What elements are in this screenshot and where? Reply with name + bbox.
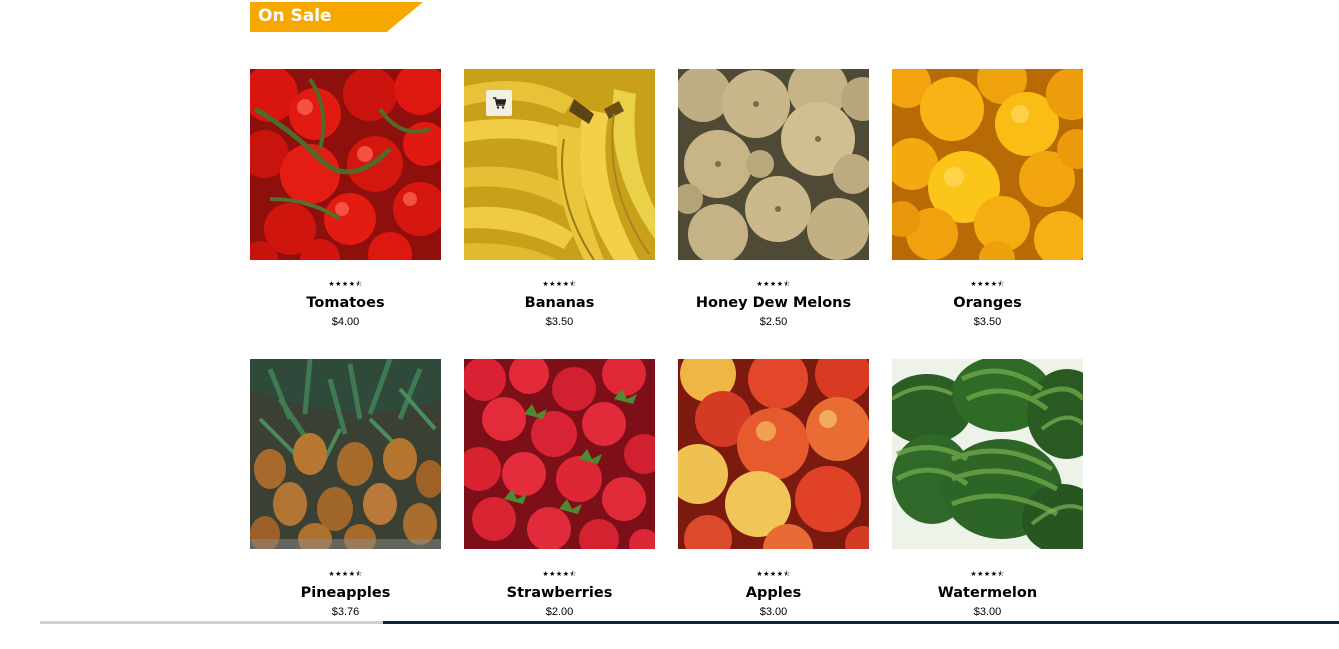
add-to-cart-button[interactable] xyxy=(486,90,512,116)
product-name[interactable]: Watermelon xyxy=(892,584,1083,602)
product-image-watermelon[interactable] xyxy=(892,359,1083,550)
product-price: $3.50 xyxy=(973,316,1002,328)
product-image-tomatoes[interactable] xyxy=(250,69,441,260)
shopping-cart-icon xyxy=(492,97,506,109)
product-image-strawberries[interactable] xyxy=(464,359,655,550)
product-image-bananas[interactable] xyxy=(464,69,655,260)
product-name[interactable]: Oranges xyxy=(892,294,1083,312)
star-rating: ★★★★⯪ xyxy=(328,281,363,288)
product-grid: ★★★★⯪ Tomatoes $4.00 ★★★★⯪ Bananas $3.50… xyxy=(250,69,1083,649)
product-price: $2.50 xyxy=(759,316,788,328)
product-card[interactable]: ★★★★⯪ Tomatoes $4.00 xyxy=(250,69,441,359)
product-image-oranges[interactable] xyxy=(892,69,1083,260)
product-name[interactable]: Pineapples xyxy=(250,584,441,602)
product-card[interactable]: ★★★★⯪ Strawberries $2.00 xyxy=(464,359,655,649)
product-name[interactable]: Tomatoes xyxy=(250,294,441,312)
product-name[interactable]: Strawberries xyxy=(464,584,655,602)
product-price: $3.50 xyxy=(545,316,574,328)
on-sale-banner: On Sale xyxy=(250,2,423,32)
product-name[interactable]: Apples xyxy=(678,584,869,602)
product-card[interactable]: ★★★★⯪ Pineapples $3.76 xyxy=(250,359,441,649)
product-price: $2.00 xyxy=(545,606,574,618)
product-card[interactable]: ★★★★⯪ Apples $3.00 xyxy=(678,359,869,649)
product-price: $4.00 xyxy=(331,316,360,328)
product-price: $3.76 xyxy=(331,606,360,618)
product-name[interactable]: Bananas xyxy=(464,294,655,312)
star-rating: ★★★★⯪ xyxy=(970,571,1005,578)
product-card[interactable]: ★★★★⯪ Oranges $3.50 xyxy=(892,69,1083,359)
product-name[interactable]: Honey Dew Melons xyxy=(678,294,869,312)
product-card[interactable]: ★★★★⯪ Honey Dew Melons $2.50 xyxy=(678,69,869,359)
product-card[interactable]: ★★★★⯪ Bananas $3.50 xyxy=(464,69,655,359)
product-image-apples[interactable] xyxy=(678,359,869,550)
product-price: $3.00 xyxy=(759,606,788,618)
product-image-pineapples[interactable] xyxy=(250,359,441,550)
star-rating: ★★★★⯪ xyxy=(756,571,791,578)
star-rating: ★★★★⯪ xyxy=(970,281,1005,288)
product-image-honey-dew-melons[interactable] xyxy=(678,69,869,260)
star-rating: ★★★★⯪ xyxy=(542,281,577,288)
product-card[interactable]: ★★★★⯪ Watermelon $3.00 xyxy=(892,359,1083,649)
star-rating: ★★★★⯪ xyxy=(542,571,577,578)
section-title: On Sale xyxy=(258,6,332,26)
product-price: $3.00 xyxy=(973,606,1002,618)
star-rating: ★★★★⯪ xyxy=(756,281,791,288)
star-rating: ★★★★⯪ xyxy=(328,571,363,578)
